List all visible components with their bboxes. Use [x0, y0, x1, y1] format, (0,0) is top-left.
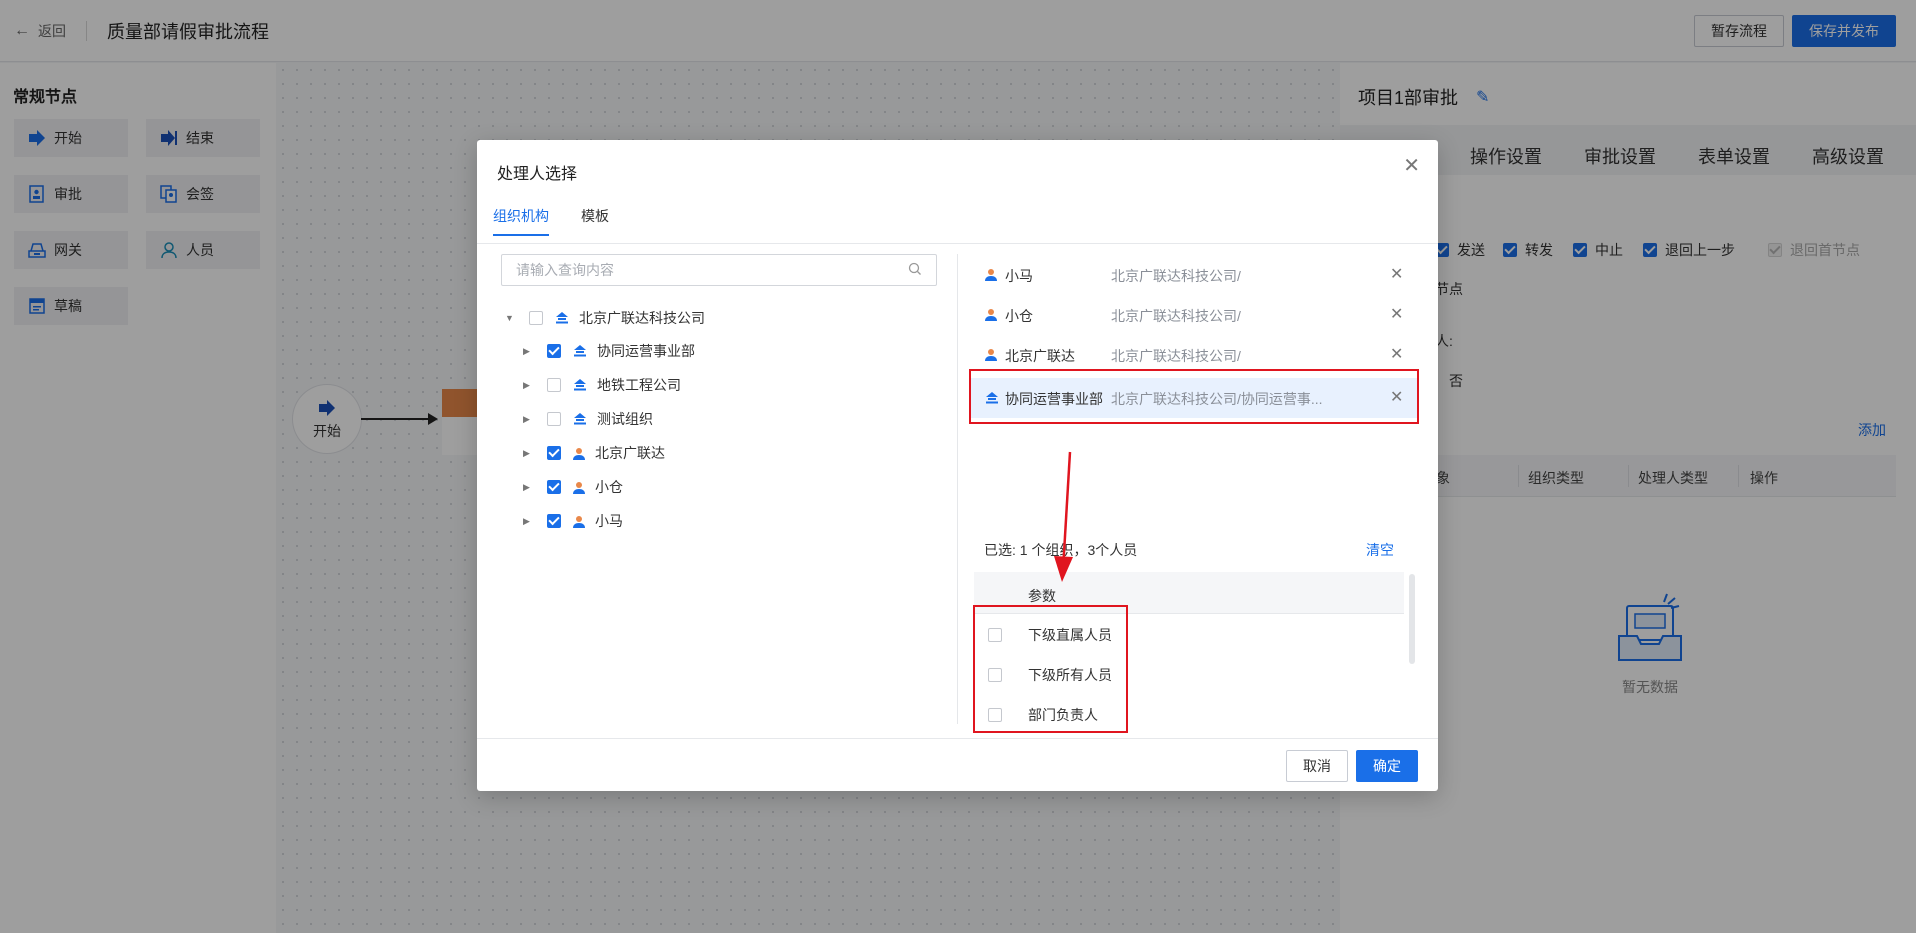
tree-node-person[interactable]: ▶ 小马	[523, 511, 623, 531]
user-icon	[573, 481, 585, 494]
remove-icon[interactable]: ✕	[1390, 304, 1403, 324]
checkbox[interactable]	[547, 480, 561, 494]
selected-item-highlighted: 协同运营事业部 北京广联达科技公司/协同运营事... ✕	[971, 378, 1417, 418]
user-icon	[573, 447, 585, 460]
tree-node-label: 小仓	[595, 479, 623, 495]
organization-icon	[985, 391, 999, 407]
selected-item: 小仓 北京广联达科技公司/ ✕	[971, 298, 1417, 332]
user-icon	[573, 515, 585, 528]
selected-path: 北京广联达科技公司/	[1111, 348, 1241, 364]
caret-down-icon[interactable]: ▼	[505, 313, 515, 323]
checkbox[interactable]	[547, 378, 561, 392]
remove-icon[interactable]: ✕	[1390, 387, 1403, 407]
param-row[interactable]: 下级所有人员	[988, 665, 1112, 685]
checkbox[interactable]	[547, 344, 561, 358]
tree-node-org[interactable]: ▶ 测试组织	[523, 409, 653, 429]
tree-node-org[interactable]: ▶ 协同运营事业部	[523, 341, 695, 361]
param-label: 下级所有人员	[1028, 667, 1112, 683]
selected-name: 协同运营事业部	[1005, 391, 1103, 407]
search-box	[501, 254, 937, 286]
selected-item: 小马 北京广联达科技公司/ ✕	[971, 258, 1417, 292]
caret-right-icon[interactable]: ▶	[523, 448, 533, 459]
organization-icon	[555, 312, 569, 324]
dialog-actions: 取消 确定	[1286, 750, 1418, 782]
tab-template[interactable]: 模板	[581, 206, 609, 234]
tree-node-label: 北京广联达科技公司	[579, 310, 705, 326]
user-icon	[985, 268, 997, 284]
organization-icon	[573, 413, 587, 425]
panel-divider	[957, 254, 958, 724]
caret-right-icon[interactable]: ▶	[523, 380, 533, 391]
tree-node-root[interactable]: ▼ 北京广联达科技公司	[505, 308, 705, 328]
param-row[interactable]: 下级直属人员	[988, 625, 1112, 645]
selected-path: 北京广联达科技公司/协同运营事...	[1111, 391, 1323, 407]
selected-path: 北京广联达科技公司/	[1111, 308, 1241, 324]
selected-path: 北京广联达科技公司/	[1111, 268, 1241, 284]
checkbox[interactable]	[529, 311, 543, 325]
checkbox[interactable]	[547, 514, 561, 528]
checkbox[interactable]	[547, 412, 561, 426]
selected-item: 北京广联达 北京广联达科技公司/ ✕	[971, 338, 1417, 372]
user-icon	[985, 308, 997, 324]
handler-select-dialog: 处理人选择 ✕ 组织机构 模板 ▼ 北京广联达科技公司 ▶ 协同运营事业部 ▶ …	[477, 140, 1438, 791]
caret-right-icon[interactable]: ▶	[523, 414, 533, 425]
param-label: 部门负责人	[1028, 707, 1098, 723]
tree-node-org[interactable]: ▶ 地铁工程公司	[523, 375, 681, 395]
selected-name: 小马	[1005, 268, 1033, 284]
tree-node-label: 地铁工程公司	[597, 377, 681, 393]
selection-summary: 已选: 1 个组织，3个人员	[984, 542, 1138, 558]
dialog-tabs	[477, 202, 1438, 244]
tree-node-person[interactable]: ▶ 北京广联达	[523, 443, 665, 463]
search-icon[interactable]	[908, 262, 922, 279]
param-column-header: 参数	[1028, 588, 1056, 604]
clear-link[interactable]: 清空	[1366, 540, 1394, 560]
confirm-button[interactable]: 确定	[1356, 750, 1418, 782]
tab-organization[interactable]: 组织机构	[493, 206, 549, 236]
caret-right-icon[interactable]: ▶	[523, 482, 533, 493]
dialog-footer-divider	[477, 738, 1438, 739]
tree-node-label: 北京广联达	[595, 445, 665, 461]
selected-name: 北京广联达	[1005, 348, 1075, 364]
selected-name: 小仓	[1005, 308, 1033, 324]
search-input[interactable]	[516, 262, 908, 278]
remove-icon[interactable]: ✕	[1390, 264, 1403, 284]
organization-icon	[573, 379, 587, 391]
tree-node-label: 协同运营事业部	[597, 343, 695, 359]
remove-icon[interactable]: ✕	[1390, 344, 1403, 364]
cancel-button[interactable]: 取消	[1286, 750, 1348, 782]
checkbox[interactable]	[988, 668, 1002, 682]
param-label: 下级直属人员	[1028, 627, 1112, 643]
checkbox[interactable]	[547, 446, 561, 460]
tree-node-label: 测试组织	[597, 411, 653, 427]
close-icon[interactable]: ✕	[1403, 156, 1420, 176]
tree-node-person[interactable]: ▶ 小仓	[523, 477, 623, 497]
param-row[interactable]: 部门负责人	[988, 705, 1098, 725]
user-icon	[985, 348, 997, 364]
dialog-title: 处理人选择	[497, 166, 578, 183]
checkbox[interactable]	[988, 628, 1002, 642]
tree-node-label: 小马	[595, 513, 623, 529]
organization-icon	[573, 345, 587, 357]
scrollbar[interactable]	[1409, 574, 1415, 664]
caret-right-icon[interactable]: ▶	[523, 346, 533, 357]
checkbox[interactable]	[988, 708, 1002, 722]
caret-right-icon[interactable]: ▶	[523, 516, 533, 527]
